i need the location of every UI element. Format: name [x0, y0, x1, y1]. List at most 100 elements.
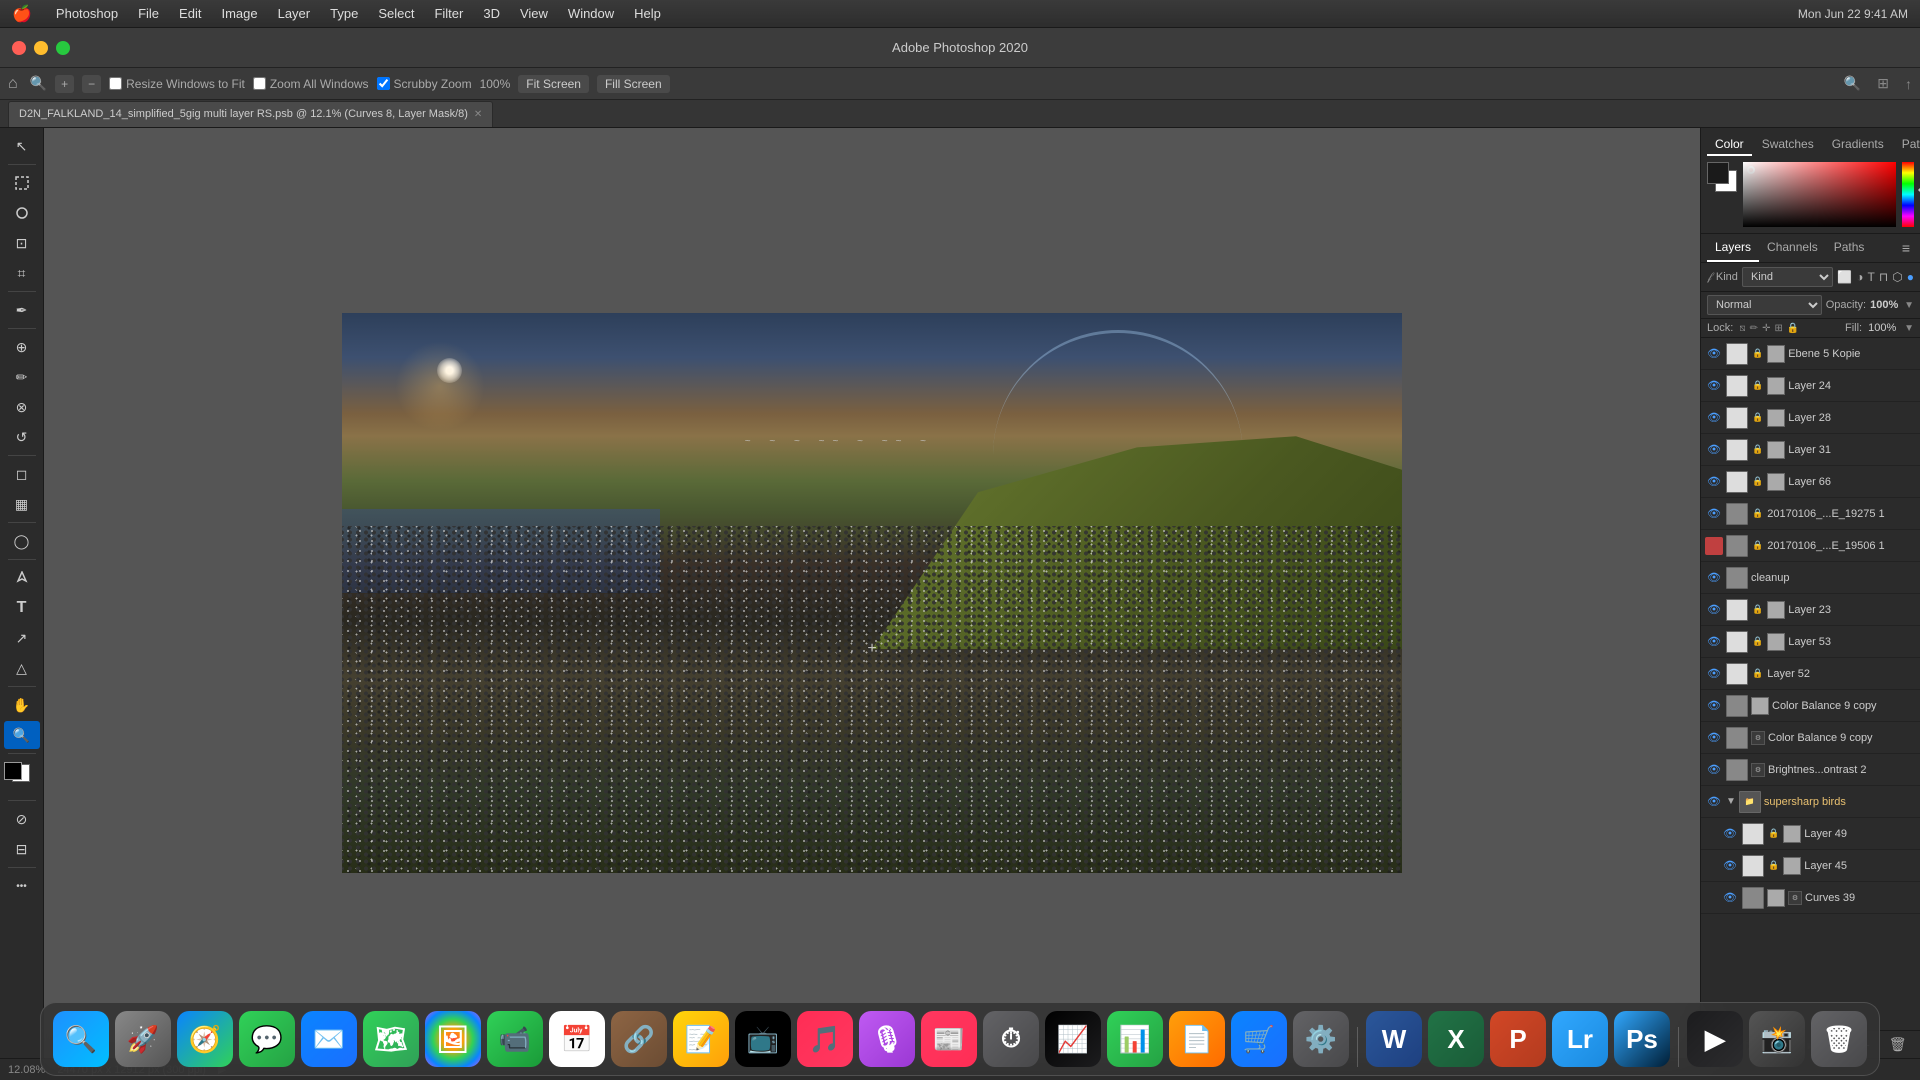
fit-screen-button[interactable]: Fit Screen — [518, 75, 589, 93]
resize-windows-option[interactable]: Resize Windows to Fit — [109, 77, 245, 91]
layer-visibility[interactable]: 👁 — [1705, 441, 1723, 459]
fill-screen-button[interactable]: Fill Screen — [597, 75, 670, 93]
layer-mask[interactable] — [1751, 697, 1769, 715]
filter-smartobj-icon[interactable]: ⬡ — [1892, 270, 1902, 284]
tab-close-button[interactable]: ✕ — [474, 109, 482, 120]
document-tab[interactable]: D2N_FALKLAND_14_simplified_5gig multi la… — [8, 101, 493, 127]
zoom-out-icon[interactable]: − — [82, 75, 101, 93]
filter-adjust-icon[interactable]: ◑ — [1856, 270, 1863, 284]
dock-item-appstore[interactable]: 🛒 — [1231, 1011, 1287, 1067]
layer-mask[interactable] — [1767, 441, 1785, 459]
tool-eyedropper[interactable]: ✒ — [4, 296, 40, 324]
layer-item[interactable]: 👁 cleanup — [1701, 562, 1920, 594]
menu-layer[interactable]: Layer — [270, 4, 319, 23]
tool-object-select[interactable]: ⊡ — [4, 229, 40, 257]
tool-marquee[interactable] — [4, 169, 40, 197]
tab-layers[interactable]: Layers — [1707, 234, 1759, 262]
layer-visibility[interactable]: 👁 — [1705, 665, 1723, 683]
dock-item-notes[interactable]: 📝 — [673, 1011, 729, 1067]
dock-item-excel[interactable]: X — [1428, 1011, 1484, 1067]
filter-pixel-icon[interactable]: ⬜ — [1837, 270, 1852, 284]
layer-item[interactable]: 👁 🔒 Layer 23 — [1701, 594, 1920, 626]
dock-item-safari[interactable]: 🧭 — [177, 1011, 233, 1067]
menu-3d[interactable]: 3D — [475, 4, 508, 23]
layer-item[interactable]: 👁 🔒 Layer 45 — [1701, 850, 1920, 882]
dock-item-music[interactable]: 🎵 — [797, 1011, 853, 1067]
tab-swatches[interactable]: Swatches — [1754, 134, 1822, 156]
dock-item-finalcut[interactable]: ▶ — [1687, 1011, 1743, 1067]
layer-mask[interactable] — [1767, 345, 1785, 363]
home-icon[interactable]: ⌂ — [8, 75, 18, 93]
layer-item[interactable]: 👁 ⚙ Color Balance 9 copy — [1701, 722, 1920, 754]
group-arrow[interactable]: ▼ — [1726, 796, 1736, 807]
layer-visibility[interactable]: 👁 — [1705, 761, 1723, 779]
dock-item-launchpad[interactable]: 🚀 — [115, 1011, 171, 1067]
layer-item[interactable]: 👁 ⚙ Brightnes...ontrast 2 — [1701, 754, 1920, 786]
fill-value[interactable]: 100% — [1868, 322, 1898, 334]
zoom-all-checkbox[interactable] — [253, 77, 266, 90]
layer-visibility[interactable]: 👁 — [1705, 697, 1723, 715]
layer-mask[interactable] — [1767, 633, 1785, 651]
dock-item-mail[interactable]: ✉️ — [301, 1011, 357, 1067]
maximize-button[interactable] — [56, 41, 70, 55]
layer-mask[interactable] — [1767, 473, 1785, 491]
dock-item-systempreferences[interactable]: ⚙️ — [1293, 1011, 1349, 1067]
dock-item-photoshop[interactable]: Ps — [1614, 1011, 1670, 1067]
color-field[interactable] — [1743, 162, 1896, 227]
menu-image[interactable]: Image — [213, 4, 265, 23]
tab-color[interactable]: Color — [1707, 134, 1752, 156]
tool-dodge[interactable]: ◯ — [4, 527, 40, 555]
dock-item-imagecapture[interactable]: 📸 — [1749, 1011, 1805, 1067]
tool-crop[interactable]: ⌗ — [4, 259, 40, 287]
menu-view[interactable]: View — [512, 4, 556, 23]
layer-item[interactable]: 👁 🔒 Layer 28 — [1701, 402, 1920, 434]
apple-menu[interactable]: 🍎 — [12, 4, 32, 24]
dock-item-news[interactable]: 📰 — [921, 1011, 977, 1067]
menu-photoshop[interactable]: Photoshop — [48, 4, 126, 23]
layer-item[interactable]: 👁 🔒 20170106_...E_19506 1 — [1701, 530, 1920, 562]
tool-zoom[interactable]: 🔍 — [4, 721, 40, 749]
scrubby-zoom-option[interactable]: Scrubby Zoom — [377, 77, 472, 91]
tool-clone[interactable]: ⊗ — [4, 393, 40, 421]
zoom-in-icon[interactable]: + — [55, 75, 74, 93]
dock-item-screentime[interactable]: ⏱ — [983, 1011, 1039, 1067]
tool-brush[interactable]: ✏ — [4, 363, 40, 391]
menu-help[interactable]: Help — [626, 4, 669, 23]
menu-type[interactable]: Type — [322, 4, 366, 23]
tab-patterns[interactable]: Patterns — [1894, 134, 1920, 156]
zoom-all-option[interactable]: Zoom All Windows — [253, 77, 369, 91]
layer-visibility[interactable]: 👁 — [1705, 601, 1723, 619]
resize-windows-checkbox[interactable] — [109, 77, 122, 90]
menu-file[interactable]: File — [130, 4, 167, 23]
layer-mask[interactable] — [1767, 601, 1785, 619]
filter-toggle[interactable]: ● — [1907, 270, 1914, 284]
tab-paths[interactable]: Paths — [1826, 234, 1873, 262]
layer-visibility[interactable]: 👁 — [1705, 409, 1723, 427]
tool-text[interactable]: T — [4, 594, 40, 622]
layer-visibility[interactable]: 👁 — [1705, 505, 1723, 523]
scrubby-zoom-checkbox[interactable] — [377, 77, 390, 90]
layer-visibility[interactable]: 👁 — [1705, 633, 1723, 651]
layer-mask[interactable] — [1767, 377, 1785, 395]
opacity-value[interactable]: 100% — [1870, 299, 1900, 311]
layer-mask[interactable] — [1767, 409, 1785, 427]
dock-item-maps[interactable]: 🗺 — [363, 1011, 419, 1067]
layer-visibility[interactable]: 👁 — [1705, 729, 1723, 747]
tool-eraser[interactable]: ◻ — [4, 460, 40, 488]
layer-item[interactable]: 👁 Color Balance 9 copy — [1701, 690, 1920, 722]
opacity-arrow[interactable]: ▼ — [1904, 300, 1914, 311]
dock-item-stocks[interactable]: 📈 — [1045, 1011, 1101, 1067]
layer-visibility[interactable]: 👁 — [1705, 569, 1723, 587]
filter-type-icon[interactable]: T — [1868, 270, 1875, 284]
tool-spot-heal[interactable]: ⊕ — [4, 333, 40, 361]
tool-screen-mode[interactable]: ⊟ — [4, 835, 40, 863]
layer-item[interactable]: 👁 ⚙ Curves 39 — [1701, 882, 1920, 914]
dock-item-powerpoint[interactable]: P — [1490, 1011, 1546, 1067]
fill-arrow[interactable]: ▼ — [1904, 323, 1914, 334]
tool-hand[interactable]: ✋ — [4, 691, 40, 719]
menu-window[interactable]: Window — [560, 4, 622, 23]
tool-lasso[interactable] — [4, 199, 40, 227]
tool-history-brush[interactable]: ↺ — [4, 423, 40, 451]
arrange-button[interactable]: ⊞ — [1877, 75, 1889, 92]
tool-gradient[interactable]: ▦ — [4, 490, 40, 518]
